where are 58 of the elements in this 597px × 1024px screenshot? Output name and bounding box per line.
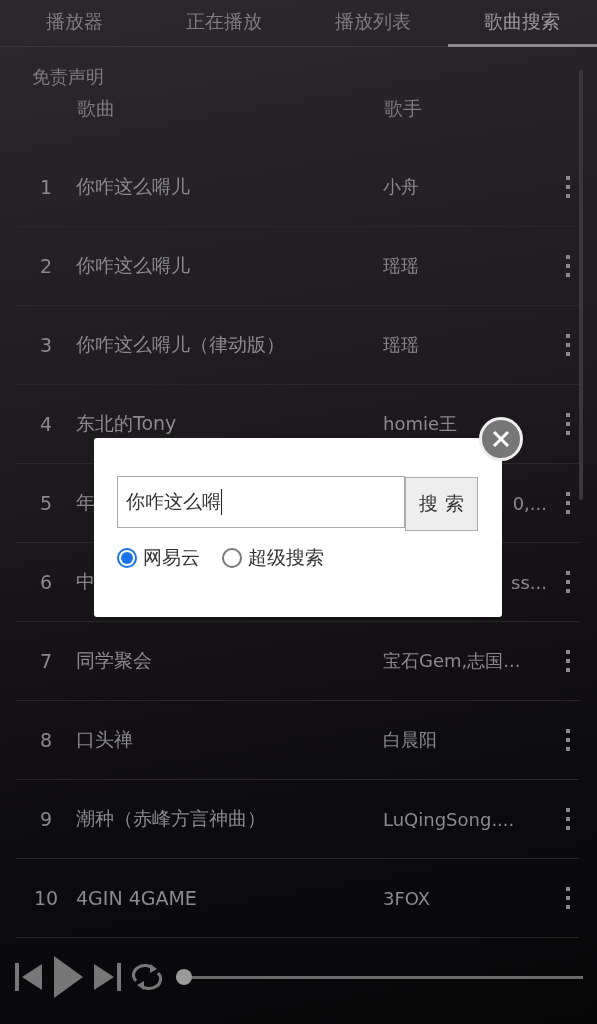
song-title[interactable]: 4GIN 4GAME (76, 887, 383, 909)
tab[interactable]: 正在播放 (149, 0, 299, 47)
artist-name: homie王 (383, 412, 458, 436)
song-title[interactable]: 你咋这么嘚儿 (76, 253, 383, 279)
row-number: 3 (38, 334, 54, 356)
tab[interactable]: 播放列表 (298, 0, 448, 47)
row-number: 1 (38, 176, 54, 198)
close-icon (491, 429, 511, 449)
artist-name: 瑶瑶 (383, 254, 419, 278)
repeat-icon[interactable] (130, 962, 164, 992)
more-icon[interactable] (565, 807, 571, 831)
artist-name: 瑶瑶 (383, 333, 419, 357)
row-number: 8 (38, 729, 54, 751)
radio-label[interactable]: 超级搜索 (248, 545, 324, 571)
more-icon[interactable] (565, 728, 571, 752)
more-icon[interactable] (565, 175, 571, 199)
row-number: 7 (38, 650, 54, 672)
more-icon[interactable] (565, 886, 571, 910)
previous-icon[interactable] (14, 962, 44, 992)
more-icon[interactable] (565, 491, 571, 515)
artist-name: 小舟 (383, 175, 419, 199)
tab[interactable]: 播放器 (0, 0, 150, 47)
artist-name: 3FOX (383, 887, 431, 909)
search-field[interactable]: 你咋这么嘚 (117, 476, 405, 528)
artist-name: ss... (511, 571, 547, 593)
radio-button[interactable] (222, 548, 242, 568)
play-icon[interactable] (52, 955, 84, 999)
more-icon[interactable] (565, 570, 571, 594)
row-number: 6 (38, 571, 54, 593)
artist-name: 0,... (512, 492, 547, 514)
more-icon[interactable] (565, 412, 571, 436)
song-title[interactable]: 你咋这么嘚儿（律动版） (76, 332, 383, 358)
song-title[interactable]: 同学聚会 (76, 648, 383, 674)
artist-name: 宝石Gem,志国... (383, 649, 521, 673)
row-number: 9 (38, 808, 54, 830)
close-button[interactable] (479, 417, 523, 461)
song-title[interactable]: 潮种（赤峰方言神曲） (76, 806, 383, 832)
row-number: 10 (32, 887, 60, 909)
song-title[interactable]: 口头禅 (76, 727, 383, 753)
song-title[interactable]: 你咋这么嘚儿 (76, 174, 383, 200)
progress-thumb[interactable] (176, 969, 192, 985)
row-number: 5 (38, 492, 54, 514)
more-icon[interactable] (565, 333, 571, 357)
artist-name: LuQingSong.... (383, 808, 515, 830)
more-icon[interactable] (565, 254, 571, 278)
column-header: 歌手 (384, 96, 422, 121)
search-button[interactable]: 搜 索 (405, 477, 478, 531)
disclaimer-link[interactable]: 免责声明 (0, 47, 597, 89)
row-number: 4 (38, 413, 54, 435)
more-icon[interactable] (565, 649, 571, 673)
radio-button[interactable] (117, 548, 137, 568)
column-header: 歌曲 (77, 96, 116, 121)
radio-label[interactable]: 网易云 (143, 545, 200, 571)
artist-name: 白晨阳 (383, 728, 437, 752)
row-number: 2 (38, 255, 54, 277)
next-icon[interactable] (92, 962, 122, 992)
song-title[interactable]: 东北的Tony (76, 411, 383, 437)
tab[interactable]: 歌曲搜索 (447, 0, 597, 47)
